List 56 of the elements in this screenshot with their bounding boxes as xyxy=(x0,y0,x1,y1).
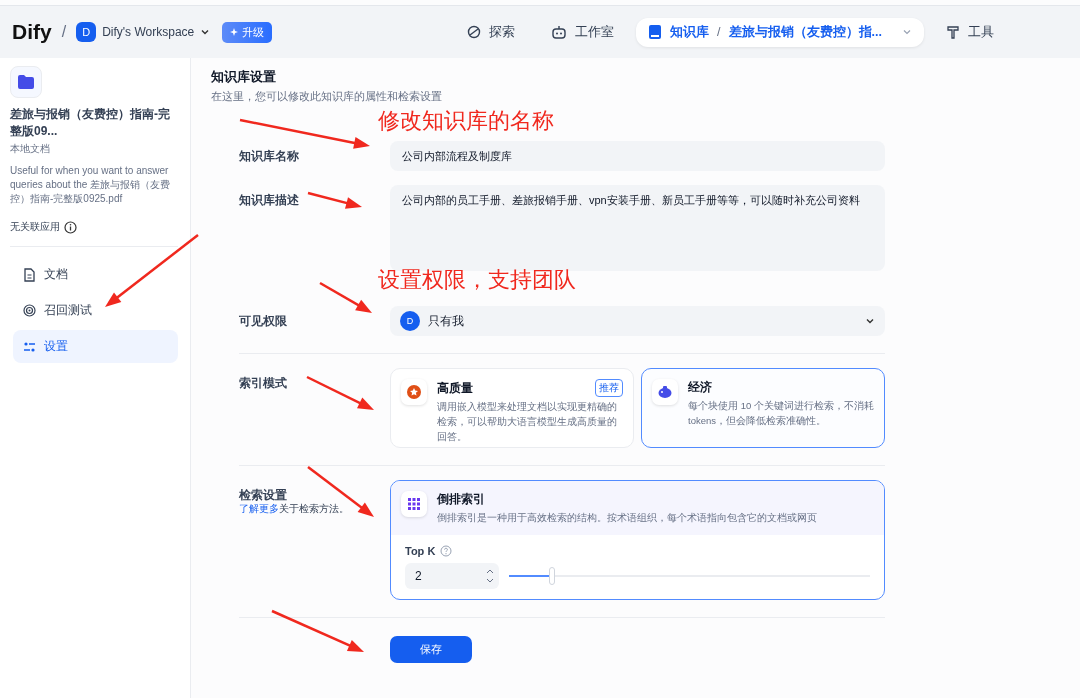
target-icon xyxy=(23,304,36,317)
grid-icon xyxy=(407,497,421,511)
chevron-down-icon xyxy=(200,27,211,37)
hammer-icon xyxy=(946,25,960,39)
top-k-input[interactable]: 2 xyxy=(405,563,499,589)
breadcrumb-separator: / xyxy=(717,25,721,39)
field-label: 检索设置 xyxy=(239,487,287,503)
dataset-description: Useful for when you want to answer queries about the 差旅与报销（友费控）指南-完整版0925.pdf xyxy=(10,164,172,206)
field-label: 可见权限 xyxy=(239,314,287,329)
annotation-arrow xyxy=(307,191,362,209)
sidebar-item[interactable]: 文档 xyxy=(13,258,178,291)
dataset-source: 本地文档 xyxy=(10,142,51,156)
robot-icon xyxy=(551,25,568,39)
index-mode-option[interactable]: 经济 每个块使用 10 个关键词进行检索，不消耗 tokens，但会降低检索准确性。 xyxy=(641,368,885,448)
retrieval-method-card[interactable]: 倒排索引 倒排索引是一种用于高效检索的结构。按术语组织，每个术语指向包含它的文档或网页 Top K 2 xyxy=(390,480,885,600)
help-icon[interactable] xyxy=(440,545,453,557)
explore-tab[interactable]: 探索 xyxy=(453,23,530,41)
upgrade-button[interactable]: 升级 xyxy=(222,21,273,43)
annotation-arrow xyxy=(319,281,372,313)
name-input[interactable]: 公司内部流程及制度库 xyxy=(390,141,885,171)
field-label: 知识库描述 xyxy=(239,192,299,208)
annotation-arrow xyxy=(306,375,374,410)
help-text: 关于检索方法。 xyxy=(279,503,349,514)
save-button[interactable]: 保存 xyxy=(390,636,472,663)
top-k-label: Top K xyxy=(405,545,436,557)
sparkle-icon xyxy=(230,28,239,36)
slider-thumb[interactable] xyxy=(549,567,556,585)
permission-select[interactable]: D 只有我 xyxy=(390,306,885,336)
dataset-title: 差旅与报销（友费控）指南-完整版09... xyxy=(10,106,171,140)
chevron-down-icon[interactable] xyxy=(902,27,912,37)
field-label: 知识库名称 xyxy=(239,148,299,164)
field-label: 索引模式 xyxy=(239,375,287,391)
index-mode-option[interactable]: 高质量 推荐 调用嵌入模型来处理文档以实现更精确的检索，可以帮助大语言模型生成高质量的回答。 xyxy=(390,368,634,448)
dataset-breadcrumb: 差旅与报销（友费控）指... xyxy=(728,23,882,41)
recommended-badge: 推荐 xyxy=(595,379,623,397)
folder-icon xyxy=(10,66,42,98)
tools-tab[interactable]: 工具 xyxy=(932,23,1008,41)
breadcrumb-separator: / xyxy=(61,23,67,41)
info-icon[interactable] xyxy=(64,220,77,234)
linked-apps-label: 无关联应用 xyxy=(10,220,60,234)
top-k-slider[interactable] xyxy=(509,567,870,585)
star-badge-icon xyxy=(406,384,422,400)
learn-more-link[interactable]: 了解更多 xyxy=(239,503,279,514)
workspace-switcher[interactable]: D Dify's Workspace xyxy=(76,22,211,42)
studio-tab[interactable]: 工作室 xyxy=(537,23,629,41)
annotation-text: 修改知识库的名称 xyxy=(378,107,554,135)
book-icon xyxy=(648,24,663,40)
document-icon xyxy=(23,267,36,282)
knowledge-tab[interactable]: 知识库 / 差旅与报销（友费控）指... xyxy=(636,17,924,47)
page-title: 知识库设置 xyxy=(211,68,277,86)
page-subtitle: 在这里，您可以修改此知识库的属性和检索设置 xyxy=(211,89,443,104)
settings-icon xyxy=(23,340,36,353)
dify-logo[interactable]: Dify xyxy=(12,20,52,44)
sidebar-item[interactable]: 设置 xyxy=(13,330,178,363)
chevron-down-icon xyxy=(865,316,875,326)
sidebar-item[interactable]: 召回测试 xyxy=(13,294,178,327)
